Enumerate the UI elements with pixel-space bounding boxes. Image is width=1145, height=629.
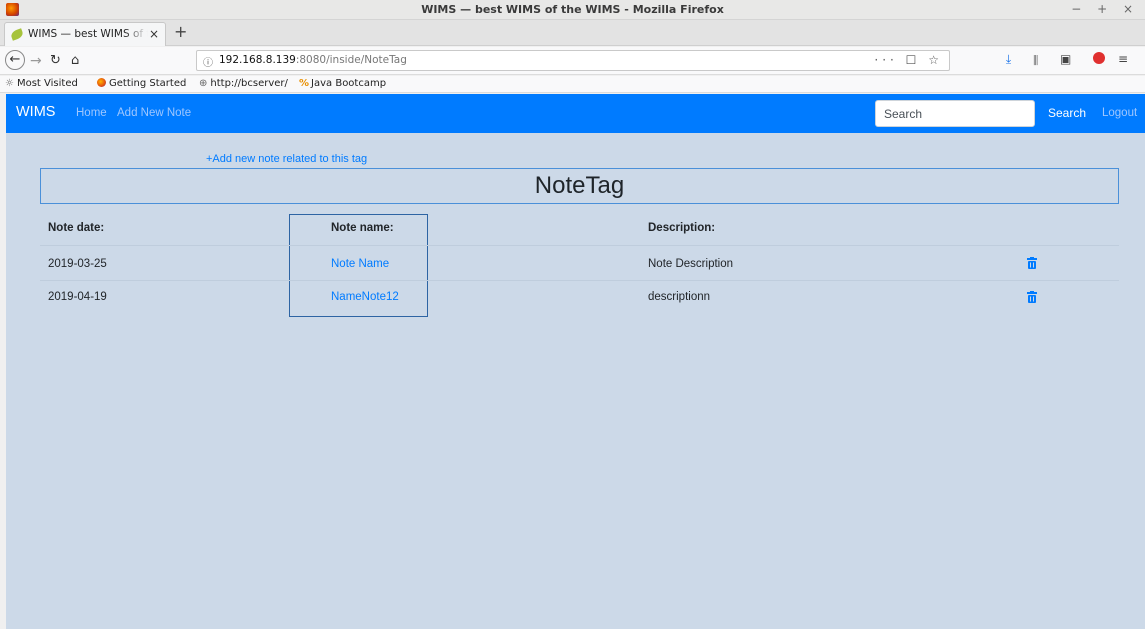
toolbar-icons: ⤓ ⫴ ▣ ≡ <box>1006 52 1137 67</box>
reload-button[interactable]: ↻ <box>50 51 61 71</box>
nav-add-new-note-link[interactable]: Add New Note <box>117 107 191 119</box>
bookmark-bcserver[interactable]: ⊕ http://bcserver/ <box>199 78 288 89</box>
header-note-date: Note date: <box>48 222 105 234</box>
table-row-divider <box>40 245 1119 246</box>
browser-navbar: ← → ↻ ⌂ ⓘ 192.168.8.139:8080/inside/Note… <box>0 47 1145 75</box>
bookmark-java-bootcamp[interactable]: % Java Bootcamp <box>299 78 386 89</box>
page-title: NoteTag <box>40 168 1119 204</box>
firefox-icon <box>97 78 106 87</box>
gear-icon: ☼ <box>5 78 14 89</box>
row-2-description: descriptionn <box>648 291 711 303</box>
url-text[interactable]: 192.168.8.139:8080/inside/NoteTag <box>219 54 407 66</box>
url-path: :8080/inside/NoteTag <box>295 54 407 66</box>
trash-icon[interactable] <box>1027 291 1037 303</box>
trash-icon[interactable] <box>1027 257 1037 269</box>
search-input[interactable] <box>875 100 1035 127</box>
site-info-icon[interactable]: ⓘ <box>203 54 213 69</box>
table-row-divider <box>40 280 1119 281</box>
window-title: WIMS — best WIMS of the WIMS - Mozilla F… <box>421 3 724 16</box>
app-navbar: WIMS Home Add New Note Search Logout <box>6 94 1145 133</box>
browser-tab-wims[interactable]: WIMS — best WIMS of the WIMS × <box>4 22 166 46</box>
search-button[interactable]: Search <box>1048 106 1086 120</box>
row-1-note-name-link[interactable]: Note Name <box>331 258 389 270</box>
back-button[interactable]: ← <box>5 50 25 70</box>
new-tab-button[interactable]: + <box>174 22 187 41</box>
window-controls[interactable]: − + × <box>1071 2 1139 16</box>
adblock-icon[interactable] <box>1093 52 1106 64</box>
brand-link[interactable]: WIMS <box>16 104 55 120</box>
tab-close-icon[interactable]: × <box>149 27 159 41</box>
page-actions-icons[interactable]: ··· ☐ ☆ <box>874 53 943 67</box>
bookmarks-toolbar: ☼ Most Visited Getting Started ⊕ http://bc… <box>0 76 1145 93</box>
bookmark-label: http://bcserver/ <box>210 78 288 89</box>
bookmark-most-visited[interactable]: ☼ Most Visited <box>5 78 78 89</box>
hamburger-menu-icon[interactable]: ≡ <box>1118 52 1137 66</box>
tab-strip: WIMS — best WIMS of the WIMS × + <box>0 20 1145 46</box>
add-note-to-tag-link[interactable]: +Add new note related to this tag <box>206 153 367 165</box>
leaf-favicon-icon <box>9 28 25 41</box>
download-icon[interactable]: ⤓ <box>1006 52 1020 66</box>
header-note-name: Note name: <box>331 222 394 234</box>
url-bar[interactable]: ⓘ 192.168.8.139:8080/inside/NoteTag ··· … <box>196 50 950 71</box>
sidebar-icon[interactable]: ▣ <box>1060 52 1080 66</box>
bookmark-label: Most Visited <box>16 78 78 89</box>
forward-button[interactable]: → <box>30 51 42 71</box>
nav-home-link[interactable]: Home <box>76 107 107 119</box>
row-2-date: 2019-04-19 <box>48 291 107 303</box>
globe-icon: ⊕ <box>199 78 208 89</box>
bookmark-label: Getting Started <box>109 78 187 89</box>
bookmark-getting-started[interactable]: Getting Started <box>97 78 186 89</box>
header-description: Description: <box>648 222 716 234</box>
row-1-description: Note Description <box>648 258 734 270</box>
home-button[interactable]: ⌂ <box>71 51 79 71</box>
logout-link[interactable]: Logout <box>1102 107 1137 119</box>
library-icon[interactable]: ⫴ <box>1033 52 1047 66</box>
window-titlebar: WIMS — best WIMS of the WIMS - Mozilla F… <box>0 0 1145 20</box>
bootcamp-icon: % <box>299 78 310 89</box>
tab-label: WIMS — best WIMS of the WIMS <box>28 28 148 40</box>
row-2-note-name-link[interactable]: NameNote12 <box>331 291 399 303</box>
page-content: WIMS Home Add New Note Search Logout +Ad… <box>6 94 1145 629</box>
row-1-date: 2019-03-25 <box>48 258 107 270</box>
bookmark-label: Java Bootcamp <box>311 78 387 89</box>
url-host: 192.168.8.139 <box>219 54 296 66</box>
